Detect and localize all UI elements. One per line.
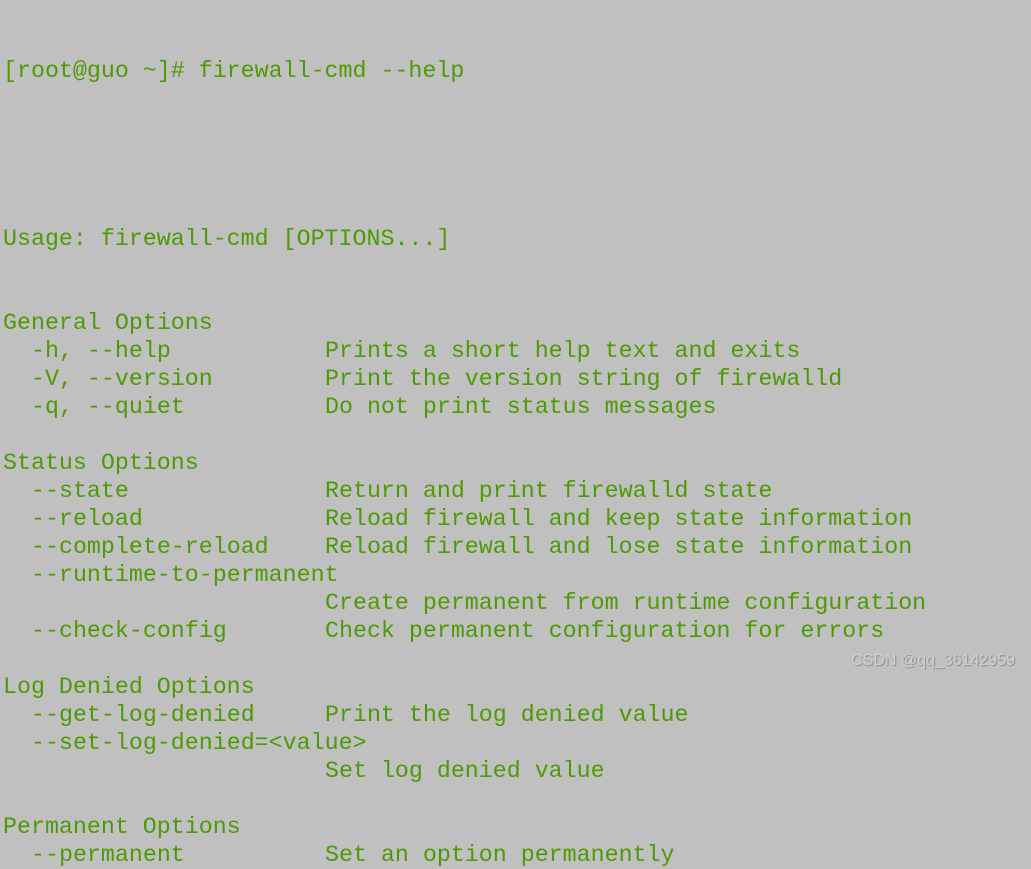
usage-line: Usage: firewall-cmd [OPTIONS...]	[3, 226, 451, 252]
option-description: Check permanent configuration for errors	[325, 618, 885, 644]
option-flag: --get-log-denied	[31, 702, 255, 728]
section-title: General Options	[3, 310, 213, 336]
option-description: Do not print status messages	[325, 394, 717, 420]
option-flag: --permanent	[31, 842, 185, 868]
option-row: -V, --version Print the version string of…	[3, 365, 842, 393]
option-description: Set an option permanently	[325, 842, 675, 868]
option-row: --reload Reload firewall and keep state i…	[3, 505, 912, 533]
option-flag: --check-config	[31, 618, 227, 644]
option-flag: -q, --quiet	[31, 394, 185, 420]
option-flag: -h, --help	[31, 338, 171, 364]
option-description: Print the version string of firewalld	[325, 366, 843, 392]
watermark: CSDN @qq_36142959	[851, 652, 1015, 669]
option-description: Create permanent from runtime configurat…	[325, 590, 927, 616]
option-flag: --runtime-to-permanent	[31, 562, 339, 588]
option-flag: --complete-reload	[31, 534, 269, 560]
section-title: Log Denied Options	[3, 674, 255, 700]
option-row: -h, --help Prints a short help text and e…	[3, 337, 800, 365]
option-row: --get-log-denied Print the log denied val…	[3, 701, 689, 729]
option-row: --runtime-to-permanent	[3, 561, 464, 589]
option-description: Prints a short help text and exits	[325, 338, 801, 364]
option-description: Print the log denied value	[325, 702, 689, 728]
section-title: Status Options	[3, 450, 199, 476]
option-description: Reload firewall and keep state informati…	[325, 506, 913, 532]
option-flag: --reload	[31, 506, 143, 532]
terminal-output: [root@guo ~]# firewall-cmd --help Usage:…	[3, 1, 926, 869]
option-flag: --state	[31, 478, 129, 504]
option-row: --check-config Check permanent configurat…	[3, 617, 884, 645]
option-description: Return and print firewalld state	[325, 478, 773, 504]
option-flag: --set-log-denied=<value>	[31, 730, 367, 756]
option-row: --set-log-denied=<value>	[3, 729, 464, 757]
option-description: Reload firewall and lose state informati…	[325, 534, 913, 560]
section-title: Permanent Options	[3, 814, 241, 840]
command-prompt: [root@guo ~]# firewall-cmd --help	[3, 58, 465, 84]
option-description: Set log denied value	[325, 758, 605, 784]
option-row: --state Return and print firewalld state	[3, 477, 772, 505]
option-row: --complete-reload Reload firewall and los…	[3, 533, 912, 561]
option-row: -q, --quiet Do not print status messages	[3, 393, 716, 421]
option-flag: -V, --version	[31, 366, 213, 392]
option-row: --permanent Set an option permanently	[3, 841, 675, 869]
